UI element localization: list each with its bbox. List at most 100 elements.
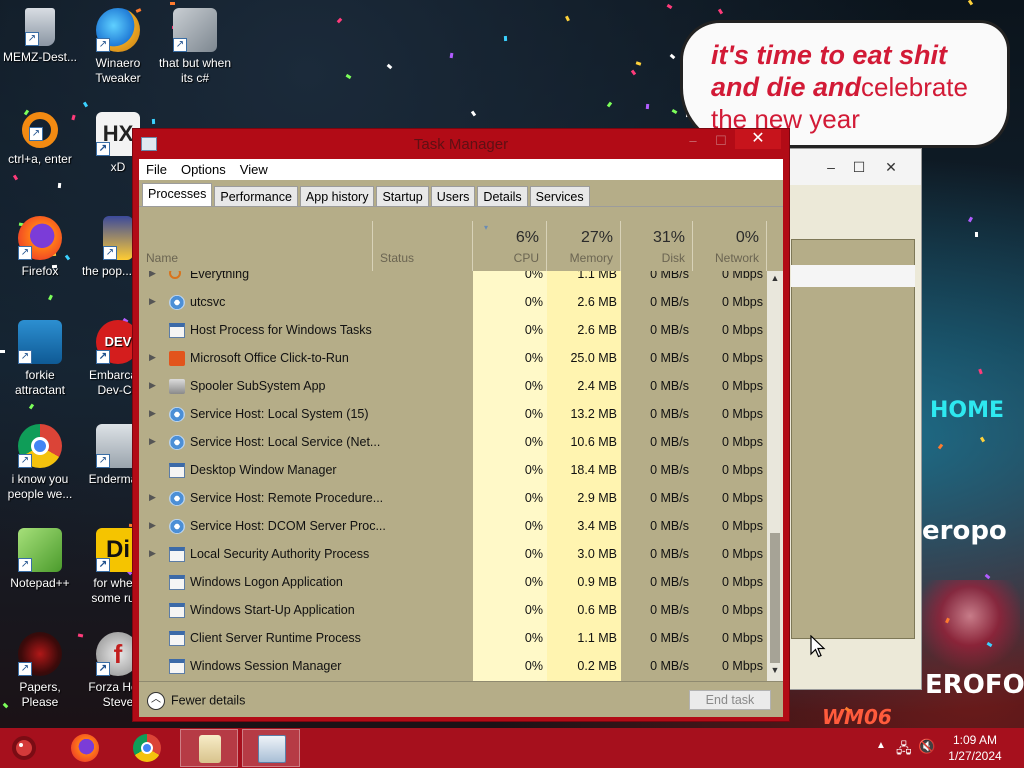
process-disk: 0 MB/s [650, 295, 689, 309]
table-row[interactable]: ▶ Spooler SubSystem App 0% 2.4 MB 0 MB/s 0 Mb… [139, 373, 767, 401]
table-row[interactable]: Windows Logon Application 0% 0.9 MB 0 MB/s 0… [139, 569, 767, 597]
column-header-status[interactable]: Status [373, 221, 473, 271]
wallpaper-sign-cropo: eropo [922, 516, 1007, 546]
expand-chevron-icon[interactable]: ▶ [149, 520, 156, 531]
end-task-button[interactable]: End task [689, 690, 771, 710]
process-cpu: 0% [524, 659, 543, 673]
table-row[interactable]: Windows Start-Up Application 0% 0.6 MB 0 MB… [139, 597, 767, 625]
taskbar-firefox[interactable] [56, 729, 114, 767]
table-row[interactable]: Desktop Window Manager 0% 18.4 MB 0 MB/s 0 M… [139, 457, 767, 485]
expand-chevron-icon[interactable]: ▶ [149, 296, 156, 307]
scrollbar-thumb[interactable] [770, 533, 780, 663]
desktop-icon-label: Notepad++ [10, 576, 70, 590]
process-network: 0 Mbps [722, 435, 763, 449]
table-row[interactable]: Host Process for Windows Tasks 0% 2.6 MB 0 … [139, 317, 767, 345]
desktop-icon-stacked[interactable]: ↗ that but when its c# [155, 8, 235, 86]
table-row[interactable]: ▶ Service Host: DCOM Server Proc... 0% 3.4 … [139, 513, 767, 541]
confetti-piece [967, 216, 974, 223]
column-header-cpu[interactable]: 6% CPU [473, 221, 547, 271]
confetti-piece [978, 368, 983, 375]
background-window[interactable]: – ☐ ✕ [784, 148, 922, 690]
column-header-disk[interactable]: 31% Disk [621, 221, 693, 271]
table-row[interactable]: ▶ Everything 0% 1.1 MB 0 MB/s 0 Mbps [139, 271, 767, 289]
network-icon[interactable]: 🖧 [896, 738, 912, 762]
fewer-details-button[interactable]: ︿ Fewer details [147, 692, 245, 710]
confetti-piece [974, 231, 979, 238]
expand-chevron-icon[interactable]: ▶ [149, 492, 156, 503]
process-name: Windows Logon Application [190, 575, 343, 589]
desktop-icon-label: Winaero Tweaker [95, 56, 141, 85]
expand-chevron-icon[interactable]: ▶ [149, 548, 156, 559]
table-row[interactable]: Windows Session Manager 0% 0.2 MB 0 MB/s 0 M… [139, 653, 767, 681]
expand-chevron-icon[interactable]: ▶ [149, 436, 156, 447]
start-button[interactable] [4, 732, 44, 764]
process-memory: 3.4 MB [577, 519, 617, 533]
expand-chevron-icon[interactable]: ▶ [149, 408, 156, 419]
background-window-titlebar[interactable]: – ☐ ✕ [785, 149, 921, 185]
table-row[interactable]: ▶ Service Host: Local Service (Net... 0% 10… [139, 429, 767, 457]
table-row[interactable]: ▶ Microsoft Office Click-to-Run 0% 25.0 MB 0… [139, 345, 767, 373]
scroll-down-icon[interactable]: ▼ [767, 665, 783, 679]
expand-chevron-icon[interactable]: ▶ [149, 271, 156, 279]
chevron-up-icon[interactable]: ▲ [876, 740, 886, 751]
vertical-scrollbar[interactable]: ▲ ▼ [767, 271, 783, 681]
close-button[interactable]: ✕ [735, 129, 781, 149]
confetti-piece [345, 73, 352, 80]
process-memory: 25.0 MB [570, 351, 617, 365]
table-row[interactable]: ▶ Service Host: Remote Procedure... 0% 2.9 … [139, 485, 767, 513]
process-name: Desktop Window Manager [190, 463, 337, 477]
expand-chevron-icon[interactable]: ▶ [149, 352, 156, 363]
tab-users[interactable]: Users [430, 186, 476, 207]
table-row[interactable]: ▶ Local Security Authority Process 0% 3.0 M… [139, 541, 767, 569]
process-cpu: 0% [524, 603, 543, 617]
column-header-memory[interactable]: 27% Memory [547, 221, 621, 271]
menu-options[interactable]: Options [174, 159, 233, 180]
expand-chevron-icon[interactable]: ▶ [149, 380, 156, 391]
maximize-icon[interactable]: ☐ [707, 131, 735, 151]
minimize-icon[interactable]: – [817, 157, 845, 177]
maximize-icon[interactable]: ☐ [845, 157, 873, 177]
tab-startup[interactable]: Startup [376, 186, 429, 207]
tab-performance[interactable]: Performance [214, 186, 298, 207]
desktop-icon-papers-please[interactable]: ↗ Papers, Please [0, 632, 80, 710]
tab-processes[interactable]: Processes [142, 183, 213, 207]
tab-app-history[interactable]: App history [299, 186, 375, 207]
menu-file[interactable]: File [139, 159, 174, 180]
task-manager-footer: ︿ Fewer details End task [139, 681, 783, 717]
minimize-icon[interactable]: – [679, 131, 707, 151]
volume-muted-icon[interactable]: 🔇 [918, 738, 935, 755]
taskbar-task-manager[interactable] [242, 729, 300, 767]
menu-view[interactable]: View [233, 159, 275, 180]
process-memory: 0.6 MB [577, 603, 617, 617]
close-icon[interactable]: ✕ [877, 157, 905, 177]
bubble-line-2: and die andcelebrate [711, 71, 1011, 103]
desktop-icon-label: i know you people we... [7, 472, 73, 501]
process-name: Everything [190, 271, 250, 281]
process-cpu: 0% [524, 491, 543, 505]
table-row[interactable]: ▶ Service Host: Local System (15) 0% 13.2 M… [139, 401, 767, 429]
scroll-up-icon[interactable]: ▲ [767, 273, 783, 287]
column-header-network[interactable]: 0% Network [693, 221, 767, 271]
tab-details[interactable]: Details [477, 186, 528, 207]
desktop-icon-label: Papers, Please [19, 680, 61, 709]
taskbar-notepad[interactable] [180, 729, 238, 767]
desktop-icon-memz[interactable]: ↗ MEMZ-Dest... [0, 8, 80, 65]
taskbar-chrome[interactable] [118, 729, 176, 767]
desktop-icon-notepadpp[interactable]: ↗ Notepad++ [0, 528, 80, 591]
desktop-icon-firefox[interactable]: ↗ Firefox [0, 216, 80, 279]
column-header-name[interactable]: Name [139, 221, 373, 271]
clock-date[interactable]: 1/27/2024 [940, 749, 1010, 763]
tab-services[interactable]: Services [529, 186, 590, 207]
window-icon [169, 323, 185, 338]
disk-total-percent: 31% [652, 229, 685, 246]
desktop-icon-ctrl-a[interactable]: ↗ ctrl+a, enter [0, 112, 80, 167]
table-row[interactable]: ▶ utcsvc 0% 2.6 MB 0 MB/s 0 Mbps [139, 289, 767, 317]
wallpaper-sign-wm: WM06 [822, 705, 892, 728]
table-row[interactable]: Client Server Runtime Process 0% 1.1 MB 0 M… [139, 625, 767, 653]
desktop-icon-winaero[interactable]: ↗ Winaero Tweaker [78, 8, 158, 86]
desktop-icon-forkie[interactable]: ↗ forkie attractant [0, 320, 80, 398]
task-manager-window[interactable]: Task Manager – ☐ ✕ File Options View Pro… [132, 128, 790, 722]
clock-time[interactable]: 1:09 AM [940, 733, 1010, 747]
desktop-icon-chrome[interactable]: ↗ i know you people we... [0, 424, 80, 502]
task-manager-titlebar[interactable]: Task Manager – ☐ ✕ [133, 129, 789, 159]
